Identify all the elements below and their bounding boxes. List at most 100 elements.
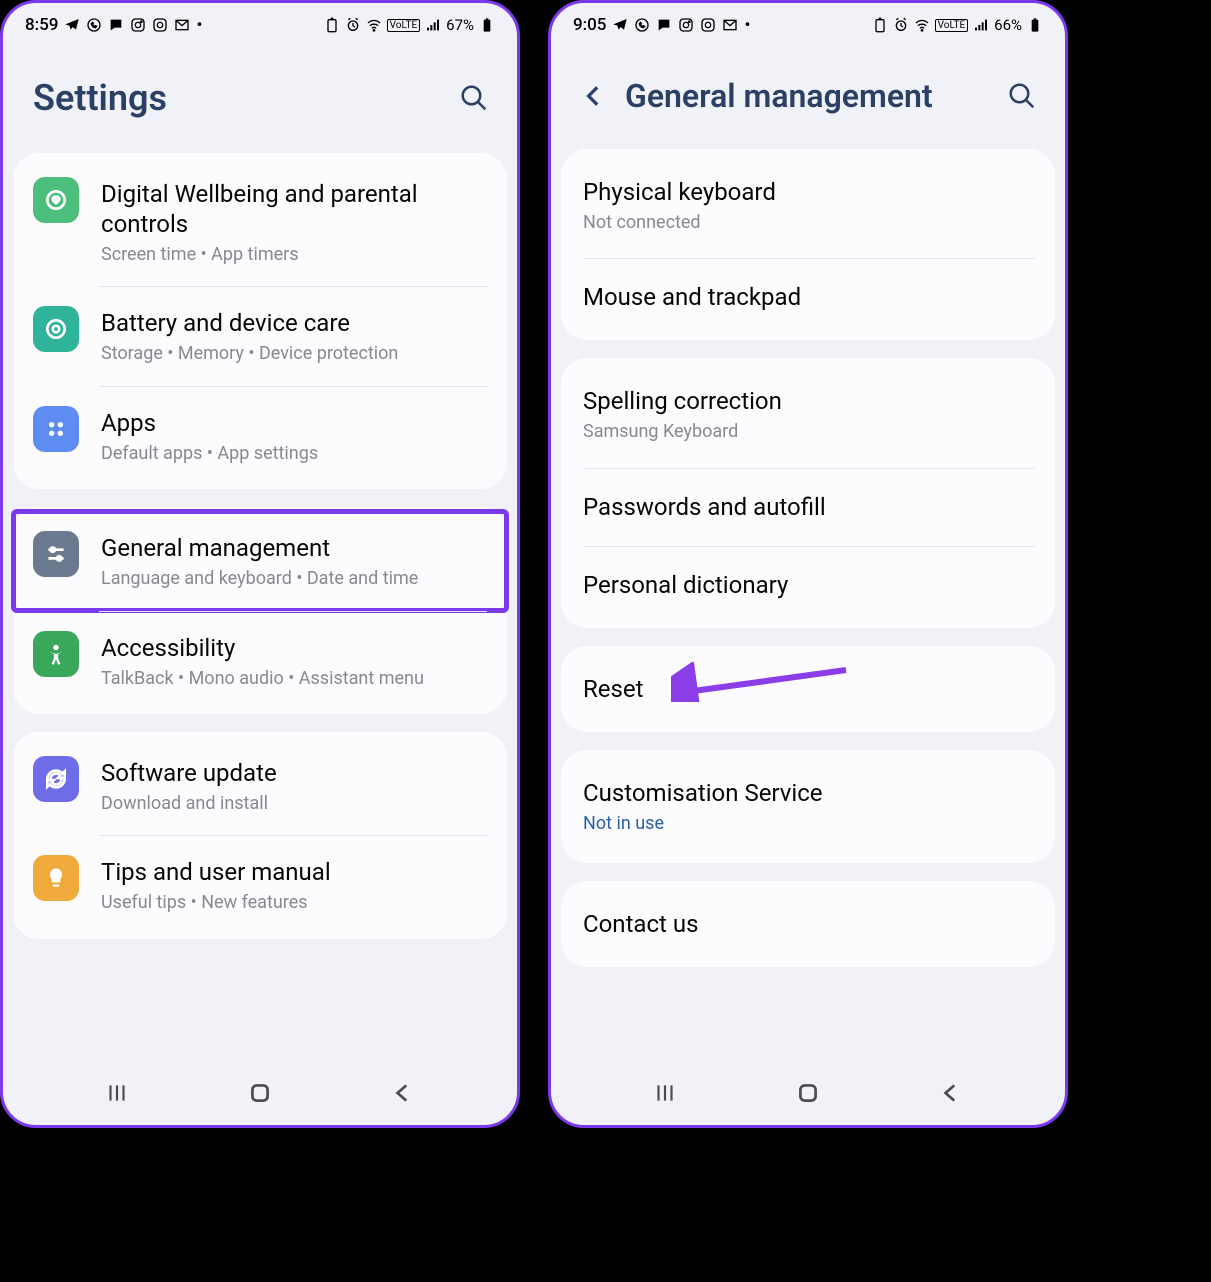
item-label: Battery and device care — [101, 308, 485, 338]
battery-pct: 66% — [994, 16, 1022, 34]
alarm-icon — [893, 17, 909, 33]
item-contact-us[interactable]: Contact us — [561, 885, 1055, 963]
item-physical-keyboard[interactable]: Physical keyboard Not connected — [561, 153, 1055, 258]
card: Software update Download and install Tip… — [13, 732, 507, 939]
item-apps[interactable]: Apps Default apps • App settings — [13, 386, 507, 485]
phone-settings: 8:59 • VoLTE 67% Settings — [0, 0, 520, 1128]
item-label: Software update — [101, 758, 485, 788]
item-passwords[interactable]: Passwords and autofill — [561, 468, 1055, 546]
page-title: General management — [625, 77, 933, 115]
item-label: Mouse and trackpad — [583, 282, 1033, 312]
item-label: Reset — [583, 674, 1033, 704]
phone-general-management: 9:05 • VoLTE 66% General management — [548, 0, 1068, 1128]
refresh-icon — [33, 756, 79, 802]
page-title: Settings — [33, 77, 167, 119]
wifi-icon — [366, 17, 382, 33]
item-label: Apps — [101, 408, 485, 438]
whatsapp-icon — [86, 17, 102, 33]
instagram-icon — [678, 17, 694, 33]
back-button[interactable] — [581, 83, 607, 109]
item-label: General management — [101, 533, 485, 563]
card: Contact us — [561, 881, 1055, 967]
header: Settings — [3, 41, 517, 153]
sliders-icon — [33, 531, 79, 577]
bulb-icon — [33, 855, 79, 901]
grid-icon — [33, 406, 79, 452]
dot-icon: • — [744, 15, 750, 35]
gm-list[interactable]: Physical keyboard Not connected Mouse an… — [551, 149, 1065, 1067]
item-spelling[interactable]: Spelling correction Samsung Keyboard — [561, 362, 1055, 467]
search-button[interactable] — [459, 83, 489, 113]
back-button[interactable] — [938, 1080, 964, 1106]
item-label: Contact us — [583, 909, 1033, 939]
status-time: 8:59 — [25, 15, 58, 35]
status-left: 8:59 • — [25, 15, 202, 35]
card: Reset — [561, 646, 1055, 732]
volte-icon: VoLTE — [935, 19, 969, 32]
item-tips[interactable]: Tips and user manual Useful tips • New f… — [13, 835, 507, 934]
gmail-icon — [174, 17, 190, 33]
item-label: Customisation Service — [583, 778, 1033, 808]
item-mouse-trackpad[interactable]: Mouse and trackpad — [561, 258, 1055, 336]
item-general-management[interactable]: General management Language and keyboard… — [13, 511, 507, 610]
item-label: Accessibility — [101, 633, 485, 663]
instagram-icon — [700, 17, 716, 33]
chat-icon — [656, 17, 672, 33]
item-customisation[interactable]: Customisation Service Not in use — [561, 754, 1055, 859]
telegram-icon — [612, 17, 628, 33]
heart-icon — [33, 177, 79, 223]
item-reset[interactable]: Reset — [561, 650, 1055, 728]
back-button[interactable] — [390, 1080, 416, 1106]
item-personal-dictionary[interactable]: Personal dictionary — [561, 546, 1055, 624]
instagram-icon — [152, 17, 168, 33]
item-battery-care[interactable]: Battery and device care Storage • Memory… — [13, 286, 507, 385]
search-button[interactable] — [1007, 81, 1037, 111]
item-sub: Samsung Keyboard — [583, 420, 1033, 443]
card: Digital Wellbeing and parental controls … — [13, 153, 507, 489]
gmail-icon — [722, 17, 738, 33]
card: General management Language and keyboard… — [13, 507, 507, 714]
item-accessibility[interactable]: Accessibility TalkBack • Mono audio • As… — [13, 611, 507, 710]
card: Customisation Service Not in use — [561, 750, 1055, 863]
alarm-icon — [345, 17, 361, 33]
item-digital-wellbeing[interactable]: Digital Wellbeing and parental controls … — [13, 157, 507, 286]
item-sub: Language and keyboard • Date and time — [101, 567, 485, 590]
target-icon — [33, 306, 79, 352]
recents-button[interactable] — [652, 1080, 678, 1106]
battery-saver-icon — [324, 17, 340, 33]
item-sub: Not connected — [583, 211, 1033, 234]
instagram-icon — [130, 17, 146, 33]
item-label: Tips and user manual — [101, 857, 485, 887]
item-software-update[interactable]: Software update Download and install — [13, 736, 507, 835]
item-sub: Default apps • App settings — [101, 442, 485, 465]
item-sub: Not in use — [583, 812, 1033, 835]
wifi-icon — [914, 17, 930, 33]
recents-button[interactable] — [104, 1080, 130, 1106]
telegram-icon — [64, 17, 80, 33]
person-icon — [33, 631, 79, 677]
item-sub: Download and install — [101, 792, 485, 815]
status-time: 9:05 — [573, 15, 606, 35]
battery-saver-icon — [872, 17, 888, 33]
battery-icon — [1027, 17, 1043, 33]
status-right: VoLTE 67% — [324, 16, 495, 34]
home-button[interactable] — [795, 1080, 821, 1106]
item-label: Spelling correction — [583, 386, 1033, 416]
settings-list[interactable]: Digital Wellbeing and parental controls … — [3, 153, 517, 1067]
volte-icon: VoLTE — [387, 19, 421, 32]
item-label: Physical keyboard — [583, 177, 1033, 207]
signal-icon — [973, 17, 989, 33]
nav-bar — [3, 1067, 517, 1125]
nav-bar — [551, 1067, 1065, 1125]
home-button[interactable] — [247, 1080, 273, 1106]
status-bar: 8:59 • VoLTE 67% — [3, 3, 517, 41]
chat-icon — [108, 17, 124, 33]
card: Physical keyboard Not connected Mouse an… — [561, 149, 1055, 340]
status-left: 9:05 • — [573, 15, 750, 35]
item-label: Digital Wellbeing and parental controls — [101, 179, 485, 239]
item-sub: Useful tips • New features — [101, 891, 485, 914]
header: General management — [551, 41, 1065, 149]
dot-icon: • — [196, 15, 202, 35]
status-right: VoLTE 66% — [872, 16, 1043, 34]
item-label: Personal dictionary — [583, 570, 1033, 600]
